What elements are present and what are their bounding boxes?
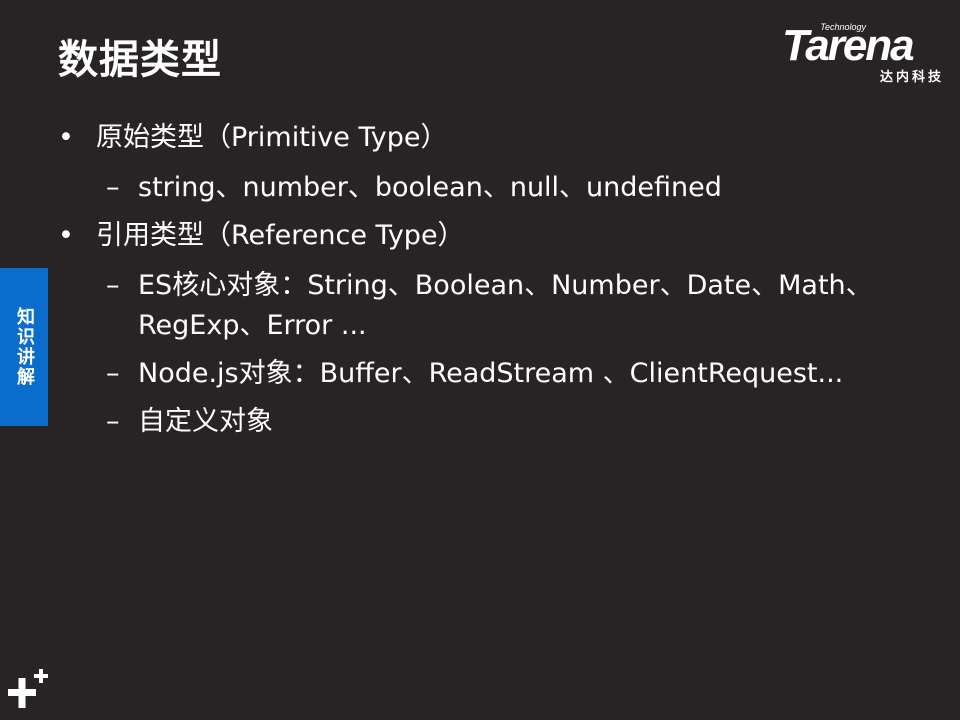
dash-marker: – [106,358,120,389]
sub-bullet-item: – string、number、boolean、null、undefined [58,168,918,208]
bullet-text: Node.js对象：Buffer、ReadStream 、ClientReque… [138,358,844,389]
bullet-text: 原始类型（Primitive Type） [96,122,448,153]
dash-marker: – [106,406,120,437]
sub-bullet-item: – ES核心对象：String、Boolean、Number、Date、Math… [58,266,918,346]
bullet-text: 引用类型（Reference Type） [96,220,465,251]
bullet-item: • 引用类型（Reference Type） [58,216,918,256]
bullet-text: ES核心对象：String、Boolean、Number、Date、Math、R… [138,270,873,341]
logo-subtitle: 达内科技 [879,70,944,85]
bullet-list: • 原始类型（Primitive Type） – string、number、b… [58,118,918,450]
dash-marker: – [106,172,120,203]
section-tab-label: 知识讲解 [14,307,35,387]
plus-icon [8,669,48,708]
bullet-marker: • [58,122,74,153]
bullet-item: • 原始类型（Primitive Type） [58,118,918,158]
bullet-text: 自定义对象 [138,406,273,437]
bullet-marker: • [58,220,74,251]
dash-marker: – [106,270,120,301]
sub-bullet-item: – 自定义对象 [58,402,918,442]
logo-wordmark: Tarena [782,21,915,70]
sub-bullet-item: – Node.js对象：Buffer、ReadStream 、ClientReq… [58,354,918,394]
bullet-text: string、number、boolean、null、undefined [138,172,722,203]
section-tab: 知识讲解 [0,268,48,426]
tarena-logo: Technology Tarena 达内科技 [782,21,944,85]
slide-title: 数据类型 [58,37,222,83]
